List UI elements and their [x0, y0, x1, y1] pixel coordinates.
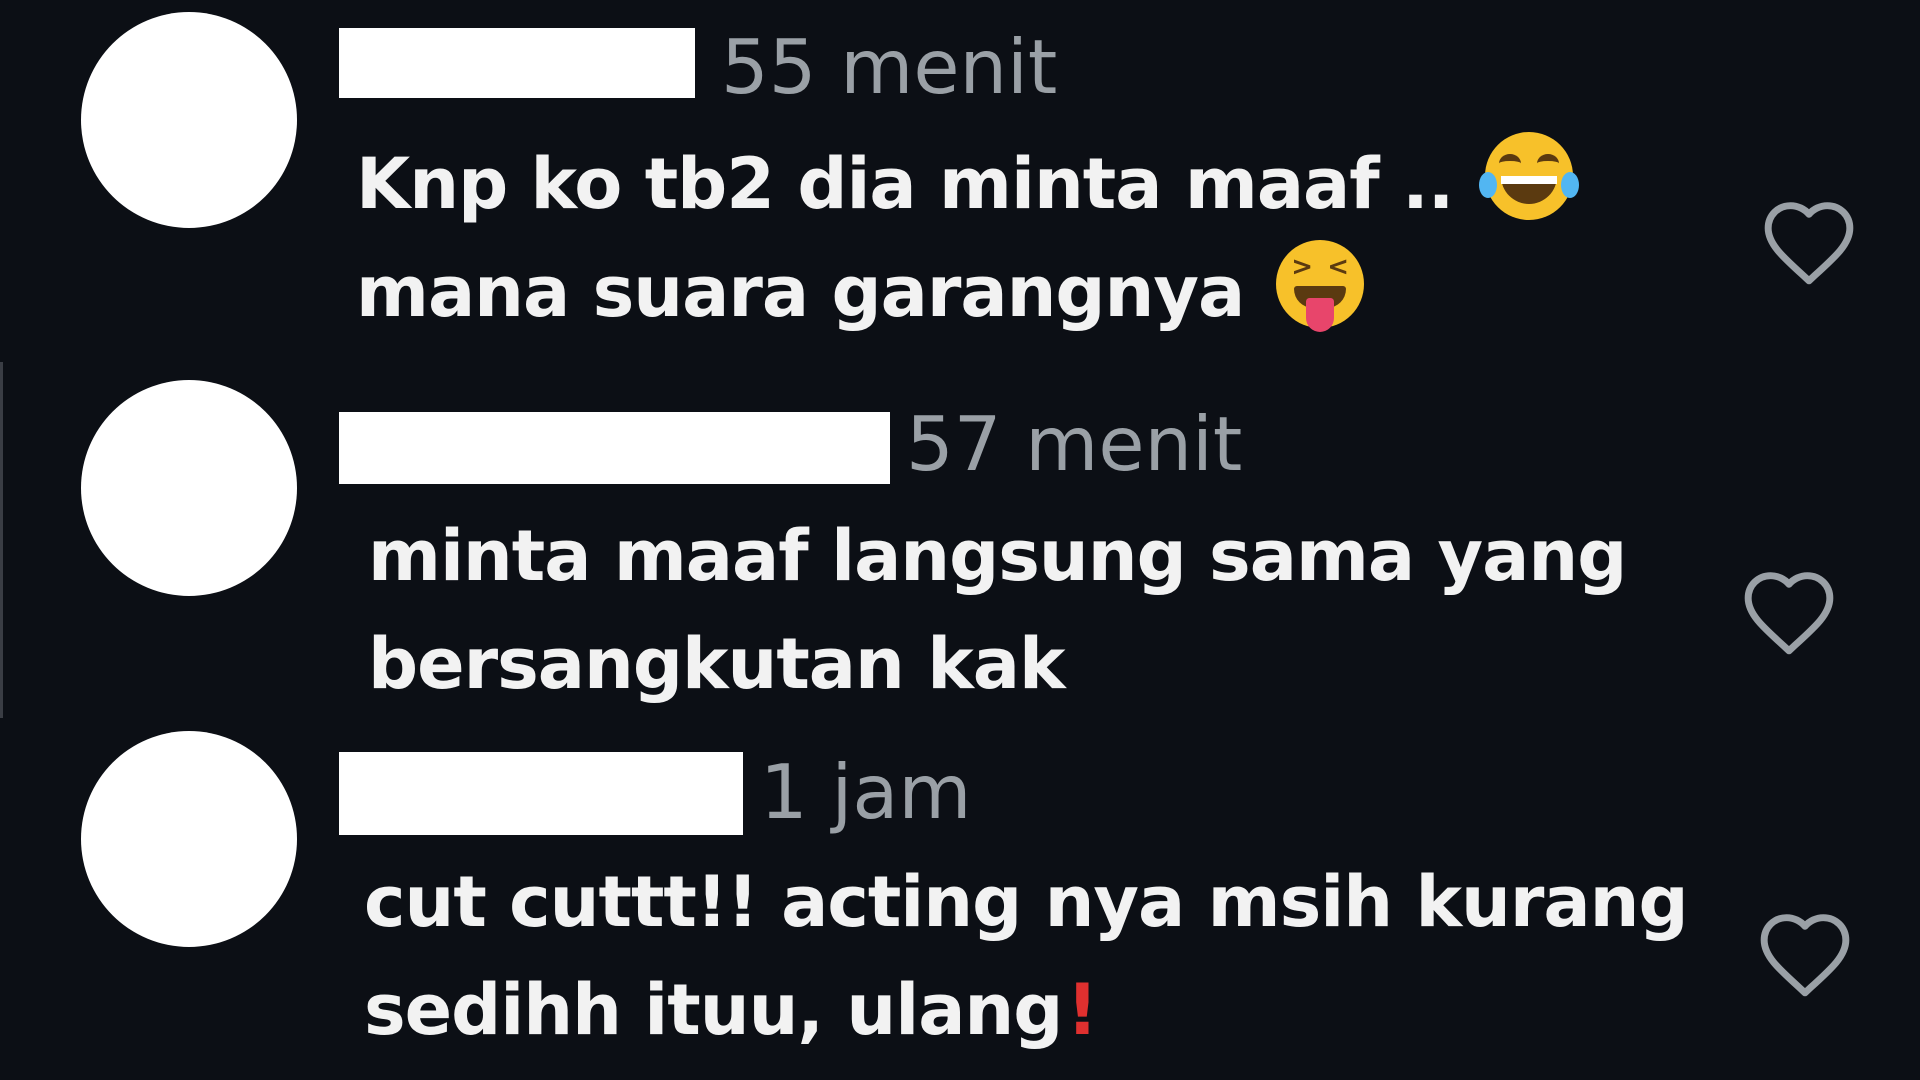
squinting-face-with-tongue-icon: > < — [1275, 240, 1364, 332]
thread-indicator-line — [0, 362, 3, 718]
like-heart-icon[interactable] — [1756, 908, 1854, 1000]
comment-text-line: bersangkutan kak — [368, 623, 1066, 705]
face-with-tears-of-joy-icon — [1478, 132, 1579, 220]
avatar[interactable] — [81, 731, 297, 947]
comment-text: minta maaf langsung sama yang bersangkut… — [368, 502, 1627, 718]
exclamation-mark-icon: ! — [1066, 969, 1098, 1051]
username-redacted[interactable] — [339, 28, 695, 98]
comment-text: cut cuttt!! acting nya msih kurang sedih… — [364, 848, 1689, 1064]
comment-text-line: sedihh ituu, ulang — [364, 969, 1063, 1051]
comment-timestamp: 55 menit — [721, 23, 1058, 111]
username-redacted[interactable] — [339, 412, 890, 484]
like-heart-icon[interactable] — [1740, 566, 1838, 658]
comment-text-line: Knp ko tb2 dia minta maaf .. — [356, 143, 1454, 225]
like-heart-icon[interactable] — [1760, 196, 1858, 288]
comment-timestamp: 1 jam — [760, 748, 972, 836]
avatar[interactable] — [81, 12, 297, 228]
comment-text-line: cut cuttt!! acting nya msih kurang — [364, 861, 1689, 943]
username-redacted[interactable] — [339, 752, 743, 835]
comment-text: Knp ko tb2 dia minta maaf .. mana suara … — [356, 130, 1579, 346]
comment-text-line: minta maaf langsung sama yang — [368, 515, 1627, 597]
comment-text-line: mana suara garangnya — [356, 251, 1245, 333]
comment-timestamp: 57 menit — [906, 400, 1243, 488]
avatar[interactable] — [81, 380, 297, 596]
